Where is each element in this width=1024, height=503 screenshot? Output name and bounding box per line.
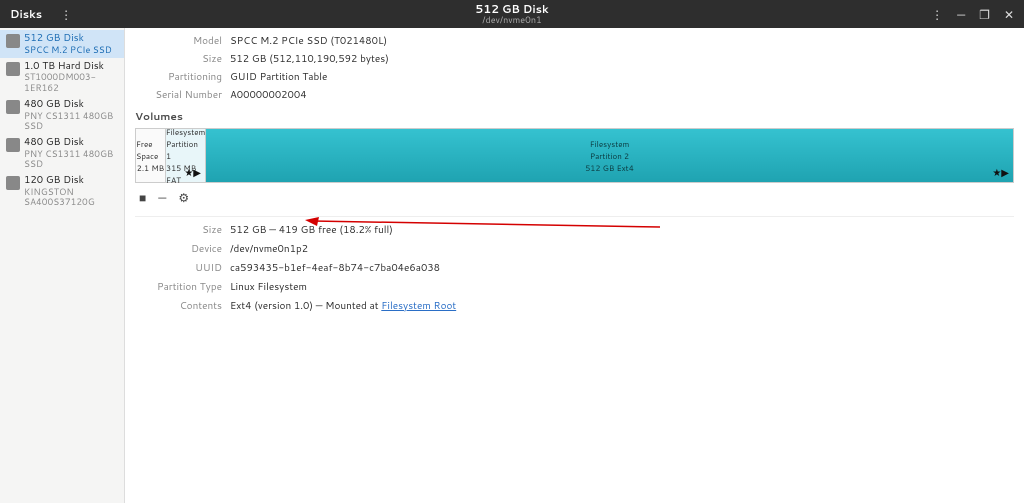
vol-p1-l1: Filesystem: [166, 126, 206, 138]
unmount-icon[interactable]: ■: [139, 189, 146, 206]
label-ptype: Partition Type: [135, 280, 230, 294]
vol-free-l2: 2.1 MB: [137, 162, 165, 174]
vol-p2-l3: 512 GB Ext4: [585, 162, 634, 174]
close-icon[interactable]: ✕: [1004, 6, 1014, 23]
disk-icon: [6, 62, 20, 76]
sidebar-item-disk-4[interactable]: 120 GB Disk KINGSTON SA400S37120G: [0, 172, 124, 210]
partition-detail-table: Size 512 GB — 419 GB free (18.2% full) D…: [135, 223, 1014, 313]
value-serial: A00000002004: [230, 88, 1014, 102]
label-partitioning: Partitioning: [135, 70, 230, 84]
contents-prefix: Ext4 (version 1.0) — Mounted at: [230, 299, 381, 313]
volume-partition-2[interactable]: Filesystem Partition 2 512 GB Ext4 ★▶: [206, 129, 1013, 182]
app-name: Disks: [10, 6, 42, 22]
label-serial: Serial Number: [135, 88, 230, 102]
value-device: /dev/nvme0n1p2: [230, 242, 1014, 256]
label-device: Device: [135, 242, 230, 256]
sidebar-item-disk-1[interactable]: 1.0 TB Hard Disk ST1000DM003-1ER162: [0, 58, 124, 96]
label-size: Size: [135, 52, 230, 66]
sidebar-item-disk-3[interactable]: 480 GB Disk PNY CS1311 480GB SSD: [0, 134, 124, 172]
gear-icon[interactable]: ⚙: [178, 189, 189, 206]
disk-sidebar: 512 GB Disk SPCC M.2 PCIe SSD 1.0 TB Har…: [0, 28, 125, 503]
value-size: 512 GB (512,110,190,592 bytes): [230, 52, 1014, 66]
disk-icon: [6, 138, 20, 152]
sidebar-item-disk-2[interactable]: 480 GB Disk PNY CS1311 480GB SSD: [0, 96, 124, 134]
label-contents: Contents: [135, 299, 230, 313]
volumes-heading: Volumes: [135, 110, 1014, 124]
label-model: Model: [135, 34, 230, 48]
volume-map: Free Space 2.1 MB Filesystem Partition 1…: [135, 128, 1014, 183]
main-pane: Model SPCC M.2 PCIe SSD (T021480L) Size …: [125, 28, 1024, 503]
disk-icon: [6, 100, 20, 114]
disk-icon: [6, 34, 20, 48]
volume-toolbar: ■ — ⚙: [135, 183, 1014, 217]
disk-sub: PNY CS1311 480GB SSD: [24, 111, 118, 132]
disk-sub: KINGSTON SA400S37120G: [24, 187, 118, 208]
value-model: SPCC M.2 PCIe SSD (T021480L): [230, 34, 1014, 48]
vol-p2-l1: Filesystem: [590, 138, 630, 150]
disk-sub: PNY CS1311 480GB SSD: [24, 149, 118, 170]
window-title-area: 512 GB Disk /dev/nvme0n1: [475, 3, 548, 25]
value-part-size: 512 GB — 419 GB free (18.2% full): [230, 223, 1014, 237]
disk-icon: [6, 176, 20, 190]
disk-sub: ST1000DM003-1ER162: [24, 72, 118, 93]
maximize-icon[interactable]: ❐: [979, 6, 990, 23]
disk-sub: SPCC M.2 PCIe SSD: [24, 45, 112, 55]
vol-p2-l2: Partition 2: [590, 150, 629, 162]
vol-free-l1: Free Space: [136, 138, 165, 162]
value-uuid: ca593435-b1ef-4eaf-8b74-c7ba04e6a038: [230, 261, 1014, 275]
menu-icon-right[interactable]: ⋮: [931, 6, 943, 23]
menu-icon[interactable]: ⋮: [60, 6, 72, 23]
delete-partition-icon[interactable]: —: [158, 189, 166, 206]
value-contents: Ext4 (version 1.0) — Mounted at Filesyst…: [230, 299, 1014, 313]
volume-free-space[interactable]: Free Space 2.1 MB: [136, 129, 166, 182]
sidebar-item-disk-0[interactable]: 512 GB Disk SPCC M.2 PCIe SSD: [0, 30, 124, 58]
window-subtitle: /dev/nvme0n1: [475, 15, 548, 25]
label-part-size: Size: [135, 223, 230, 237]
header-bar: Disks ⋮ 512 GB Disk /dev/nvme0n1 ⋮ — ❐ ✕: [0, 0, 1024, 28]
star-play-icon: ★▶: [184, 166, 201, 180]
volume-partition-1[interactable]: Filesystem Partition 1 315 MB FAT ★▶: [166, 129, 206, 182]
star-play-icon: ★▶: [992, 166, 1009, 180]
value-partitioning: GUID Partition Table: [230, 70, 1014, 84]
filesystem-root-link[interactable]: Filesystem Root: [381, 299, 456, 313]
label-uuid: UUID: [135, 261, 230, 275]
vol-p1-l2: Partition 1: [166, 138, 205, 162]
minimize-icon[interactable]: —: [957, 6, 965, 23]
value-ptype: Linux Filesystem: [230, 280, 1014, 294]
disk-info-table: Model SPCC M.2 PCIe SSD (T021480L) Size …: [135, 34, 1014, 102]
